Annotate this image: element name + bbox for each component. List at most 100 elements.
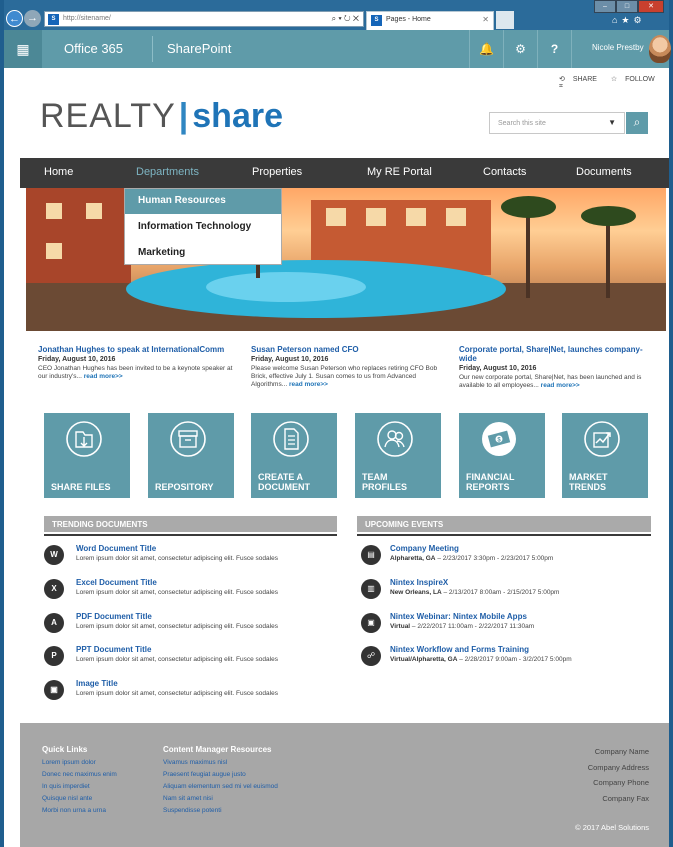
footer-link[interactable]: In quis imperdiet — [42, 783, 90, 790]
tile-label: MARKET — [569, 472, 608, 482]
footer-link[interactable]: Aliquam elementum sed mi vel euismod — [163, 783, 278, 790]
follow-button[interactable]: ☆ FOLLOW — [611, 76, 661, 83]
browser-tab[interactable]: S Pages - Home ✕ — [366, 11, 494, 30]
logo-share: share — [192, 97, 283, 135]
sharepoint-link[interactable]: SharePoint — [167, 41, 231, 56]
document-title-link[interactable]: Excel Document Title — [76, 578, 157, 587]
document-title-link[interactable]: Word Document Title — [76, 544, 156, 553]
app-launcher-icon[interactable]: ▦ — [4, 30, 42, 68]
tile-label-2: DOCUMENT — [258, 482, 310, 492]
company-name: Company Name — [594, 747, 649, 756]
dropdown-human-resources[interactable]: Human Resources — [125, 189, 281, 214]
document-description: Lorem ipsum dolor sit amet, consectetur … — [76, 690, 278, 697]
news-title[interactable]: Corporate portal, Share|Net, launches co… — [459, 345, 654, 363]
event-time: – 2/28/2017 9:00am - 3/2/2017 5:00pm — [457, 656, 572, 663]
document-description: Lorem ipsum dolor sit amet, consectetur … — [76, 656, 278, 663]
nav-properties[interactable]: Properties — [252, 166, 302, 178]
dropdown-information-technology[interactable]: Information Technology — [125, 215, 281, 240]
footer-link[interactable]: Quisque nisl ante — [42, 795, 92, 802]
document-title-link[interactable]: PDF Document Title — [76, 612, 152, 621]
browser-window: ← → S http://sitename/ ⌕ ▾ ↻ ✕ S Pages -… — [0, 0, 673, 847]
new-tab-button[interactable] — [496, 11, 514, 29]
event-location: Virtual — [390, 623, 411, 630]
maximize-icon[interactable]: □ — [616, 0, 638, 13]
tile-label-2: REPORTS — [466, 482, 510, 492]
search-placeholder: Search this site — [498, 120, 546, 127]
sharepoint-tab-icon: S — [371, 15, 382, 26]
quick-links-header: Quick Links — [42, 745, 88, 754]
tile-market-trends[interactable]: MARKET TRENDS — [562, 413, 648, 498]
address-bar[interactable]: S http://sitename/ ⌕ ▾ ↻ ✕ — [44, 11, 364, 27]
footer-link[interactable]: Nam sit amet nisi — [163, 795, 213, 802]
notification-bell-icon[interactable]: 🔔 — [469, 30, 503, 68]
read-more-link[interactable]: read more>> — [84, 373, 123, 380]
office365-link[interactable]: Office 365 — [64, 41, 123, 56]
focus-mode-icon[interactable]: ⌗ — [559, 83, 563, 90]
nav-documents[interactable]: Documents — [576, 166, 632, 178]
address-url[interactable]: http://sitename/ — [63, 15, 111, 22]
pdf-doc-icon: A — [44, 613, 64, 633]
dropdown-marketing[interactable]: Marketing — [125, 241, 281, 266]
settings-gear-icon[interactable]: ⚙ — [503, 30, 537, 68]
footer-link[interactable]: Donec nec maximus enim — [42, 771, 117, 778]
event-title-link[interactable]: Nintex Webinar: Nintex Mobile Apps — [390, 612, 527, 621]
share-button[interactable]: ⟲ SHARE — [559, 76, 603, 83]
site-logo[interactable]: REALTY|share — [40, 97, 283, 136]
close-window-icon[interactable]: ✕ — [638, 0, 664, 13]
tile-repository[interactable]: REPOSITORY — [148, 413, 234, 498]
footer-link[interactable]: Praesent feugiat augue justo — [163, 771, 246, 778]
event-title-link[interactable]: Nintex InspireX — [390, 578, 448, 587]
minimize-icon[interactable]: – — [594, 0, 616, 13]
tile-create-document[interactable]: CREATE A DOCUMENT — [251, 413, 337, 498]
logo-realty: REALTY — [40, 97, 176, 135]
search-input[interactable]: Search this site ▼ — [489, 112, 625, 134]
event-title-link[interactable]: Company Meeting — [390, 544, 459, 553]
money-bill-icon: $ — [482, 422, 516, 456]
document-description: Lorem ipsum dolor sit amet, consectetur … — [76, 555, 278, 562]
nav-my-re-portal[interactable]: My RE Portal — [367, 166, 432, 178]
footer-link[interactable]: Morbi non urna a urna — [42, 807, 106, 814]
news-title[interactable]: Jonathan Hughes to speak at Internationa… — [38, 345, 236, 354]
company-phone: Company Phone — [593, 778, 649, 787]
tile-label: SHARE FILES — [51, 482, 111, 492]
tab-close-icon[interactable]: ✕ — [482, 15, 489, 24]
read-more-link[interactable]: read more>> — [541, 382, 580, 389]
nav-contacts[interactable]: Contacts — [483, 166, 526, 178]
tile-share-files[interactable]: SHARE FILES — [44, 413, 130, 498]
company-fax: Company Fax — [602, 794, 649, 803]
nav-home[interactable]: Home — [44, 166, 73, 178]
section-divider — [44, 534, 337, 536]
event-title-link[interactable]: Nintex Workflow and Forms Training — [390, 645, 529, 654]
ppt-doc-icon: P — [44, 646, 64, 666]
news-title[interactable]: Susan Peterson named CFO — [251, 345, 449, 354]
hero-image — [26, 188, 666, 331]
nav-departments[interactable]: Departments — [136, 166, 199, 178]
footer-link[interactable]: Suspendisse potenti — [163, 807, 222, 814]
tile-financial-reports[interactable]: $ FINANCIAL REPORTS — [459, 413, 545, 498]
footer-link[interactable]: Vivamus maximus nisl — [163, 759, 227, 766]
search-refresh-stop-icon[interactable]: ⌕ ▾ ↻ ✕ — [332, 14, 359, 24]
trending-documents-header: TRENDING DOCUMENTS — [44, 516, 337, 532]
home-favorites-settings-icons[interactable]: ⌂★⚙ — [612, 15, 646, 26]
avatar[interactable] — [649, 35, 671, 63]
back-arrow-icon[interactable]: ← — [6, 10, 23, 27]
search-icon: ⌕ — [633, 115, 641, 129]
help-question-icon[interactable]: ? — [537, 30, 571, 68]
document-title-link[interactable]: Image Title — [76, 679, 118, 688]
user-name[interactable]: Nicole Prestby — [592, 43, 644, 52]
tile-label-2: PROFILES — [362, 482, 408, 492]
search-button[interactable]: ⌕ — [626, 112, 648, 134]
share-icon: ⟲ — [559, 76, 565, 83]
document-title-link[interactable]: PPT Document Title — [76, 645, 151, 654]
webinar-screen-icon: ▣ — [361, 613, 381, 633]
news-item: Corporate portal, Share|Net, launches co… — [459, 345, 654, 390]
sharepoint-icon: S — [48, 14, 59, 25]
read-more-link[interactable]: read more>> — [289, 381, 328, 388]
footer-link[interactable]: Lorem ipsum dolor — [42, 759, 96, 766]
tile-team-profiles[interactable]: TEAM PROFILES — [355, 413, 441, 498]
star-icon: ☆ — [610, 76, 618, 83]
forward-arrow-icon[interactable]: → — [24, 10, 41, 27]
logo-pipe: | — [178, 97, 190, 135]
search-scope-dropdown-icon[interactable]: ▼ — [608, 118, 616, 127]
event-location: New Orleans, LA — [390, 589, 442, 596]
